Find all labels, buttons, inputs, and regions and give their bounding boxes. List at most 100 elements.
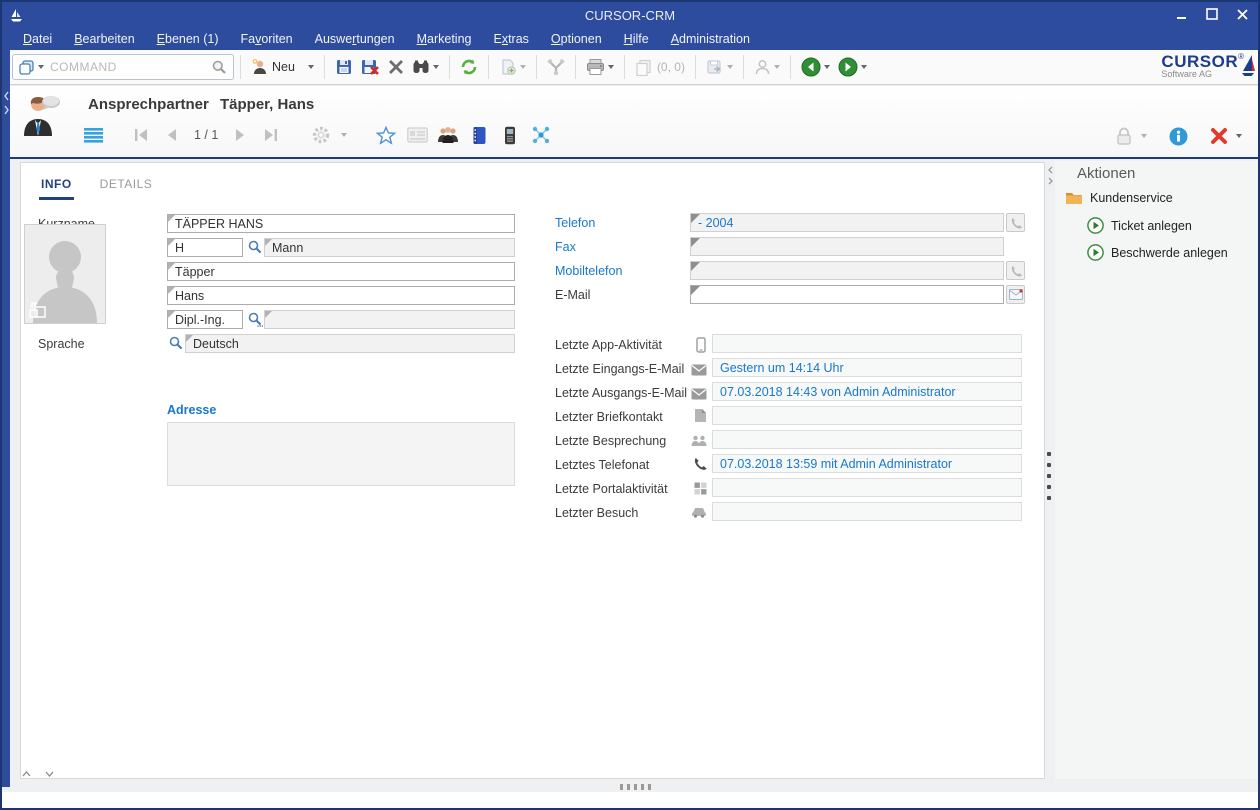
list-view-icon[interactable]: [82, 124, 104, 146]
navigate-back-button[interactable]: [797, 54, 834, 80]
assign-person-button[interactable]: [750, 56, 784, 79]
info-icon[interactable]: [1169, 127, 1188, 146]
search-records-caret[interactable]: [433, 65, 439, 69]
close-button[interactable]: [1232, 5, 1252, 23]
portalaktivitaet-field[interactable]: [712, 478, 1022, 497]
app-aktivitaet-field[interactable]: [712, 334, 1022, 353]
previous-record-icon[interactable]: [161, 124, 183, 146]
menu-marketing[interactable]: Marketing: [406, 30, 483, 49]
close-record-caret[interactable]: [1236, 134, 1242, 138]
contact-photo-placeholder[interactable]: [24, 224, 106, 324]
kundenservice-folder[interactable]: Kundenservice: [1065, 191, 1173, 205]
export-button[interactable]: [702, 55, 737, 79]
action-ticket-anlegen[interactable]: Ticket anlegen: [1087, 217, 1192, 234]
first-record-icon[interactable]: [130, 124, 152, 146]
menu-datei[interactable]: Datei: [12, 30, 63, 49]
fax-label[interactable]: Fax: [555, 240, 576, 254]
minimize-button[interactable]: [1172, 5, 1192, 23]
sprache-lookup-icon[interactable]: [168, 335, 184, 351]
command-scope-caret[interactable]: [38, 65, 44, 69]
maximize-button[interactable]: [1202, 5, 1222, 23]
search-icon[interactable]: [211, 59, 227, 75]
adresse-field[interactable]: [167, 422, 515, 486]
discard-changes-button[interactable]: [357, 55, 384, 79]
assign-person-caret[interactable]: [774, 65, 780, 69]
settings-caret[interactable]: [341, 133, 347, 137]
relations-network-icon[interactable]: [530, 124, 552, 146]
besprechung-field[interactable]: [712, 430, 1022, 449]
export-caret[interactable]: [727, 65, 733, 69]
nachname-field[interactable]: [167, 262, 515, 281]
search-records-button[interactable]: [408, 55, 443, 79]
briefkontakt-field[interactable]: [712, 406, 1022, 425]
dial-mobiltelefon-button[interactable]: [1006, 261, 1025, 280]
menu-extras[interactable]: Extras: [482, 30, 539, 49]
photo-expand-icon[interactable]: [28, 300, 48, 320]
menu-favoriten[interactable]: Favoriten: [230, 30, 304, 49]
lock-record-icon[interactable]: [1115, 126, 1133, 146]
next-record-icon[interactable]: [229, 124, 251, 146]
new-record-caret[interactable]: [308, 65, 314, 69]
menu-auswertungen[interactable]: Auswertungen: [304, 30, 406, 49]
navigate-forward-caret[interactable]: [861, 65, 867, 69]
typ-text-field[interactable]: [264, 238, 515, 257]
telefon-label[interactable]: Telefon: [555, 216, 595, 230]
navigate-forward-button[interactable]: [834, 54, 871, 80]
last-record-icon[interactable]: [260, 124, 282, 146]
bottom-collapse-icons[interactable]: [22, 770, 54, 778]
address-book-icon[interactable]: [468, 124, 490, 146]
email-field[interactable]: [690, 285, 1004, 304]
namenstitel-lookup-icon[interactable]: [247, 311, 263, 327]
command-input[interactable]: [50, 60, 211, 74]
menu-ebenen[interactable]: Ebenen (1): [146, 30, 230, 49]
new-record-button[interactable]: Neu: [247, 55, 318, 79]
clipboard-counter[interactable]: (0, 0): [631, 56, 689, 79]
kurzname-field[interactable]: [167, 214, 515, 233]
mobiltelefon-label[interactable]: Mobiltelefon: [555, 264, 622, 278]
tab-details[interactable]: DETAILS: [98, 173, 155, 200]
ausgangs-email-field[interactable]: 07.03.2018 14:43 von Admin Administrator: [712, 382, 1022, 401]
fax-field[interactable]: [690, 237, 1004, 256]
close-record-icon[interactable]: [1210, 127, 1228, 145]
sidebar-collapse-icon[interactable]: [1046, 165, 1054, 187]
print-caret[interactable]: [608, 65, 614, 69]
typ-lookup-icon[interactable]: [247, 239, 263, 255]
vertical-splitter[interactable]: [1047, 452, 1051, 500]
menu-administration[interactable]: Administration: [660, 30, 761, 49]
add-document-button[interactable]: [495, 55, 530, 79]
delete-record-button[interactable]: [384, 56, 408, 78]
navigate-back-caret[interactable]: [824, 65, 830, 69]
mobile-phone-icon[interactable]: [499, 124, 521, 146]
namenstitel-key-field[interactable]: [167, 310, 243, 329]
sprache-field[interactable]: [185, 334, 515, 353]
print-button[interactable]: [582, 55, 618, 79]
namenstitel-text-field[interactable]: [264, 310, 515, 329]
telefon-field[interactable]: [690, 213, 1004, 232]
besuch-field[interactable]: [712, 502, 1022, 521]
typ-key-field[interactable]: [167, 238, 243, 257]
save-button[interactable]: [331, 55, 357, 79]
action-beschwerde-anlegen[interactable]: Beschwerde anlegen: [1087, 244, 1228, 261]
telefonat-field[interactable]: 07.03.2018 13:59 mit Admin Administrator: [712, 454, 1022, 473]
merge-button[interactable]: [543, 55, 569, 79]
settings-gear-icon[interactable]: [310, 124, 332, 146]
mobiltelefon-field[interactable]: [690, 261, 1004, 280]
refresh-button[interactable]: [456, 55, 482, 79]
favorite-star-icon[interactable]: [375, 124, 397, 146]
menu-hilfe[interactable]: Hilfe: [613, 30, 660, 49]
command-search-box[interactable]: [12, 54, 234, 80]
collapse-panel-icon[interactable]: [3, 90, 10, 116]
business-card-icon[interactable]: [406, 124, 428, 146]
send-email-button[interactable]: [1006, 285, 1025, 304]
contacts-group-icon[interactable]: [437, 124, 459, 146]
lock-caret[interactable]: [1141, 134, 1147, 138]
add-document-caret[interactable]: [520, 65, 526, 69]
tab-info[interactable]: INFO: [39, 173, 74, 200]
horizontal-splitter[interactable]: [620, 784, 651, 790]
eingangs-email-field[interactable]: Gestern um 14:14 Uhr: [712, 358, 1022, 377]
dial-telefon-button[interactable]: [1006, 213, 1025, 232]
vorname-field[interactable]: [167, 286, 515, 305]
adresse-label[interactable]: Adresse: [167, 403, 216, 417]
cascade-windows-icon[interactable]: [19, 60, 34, 75]
menu-bearbeiten[interactable]: Bearbeiten: [63, 30, 145, 49]
